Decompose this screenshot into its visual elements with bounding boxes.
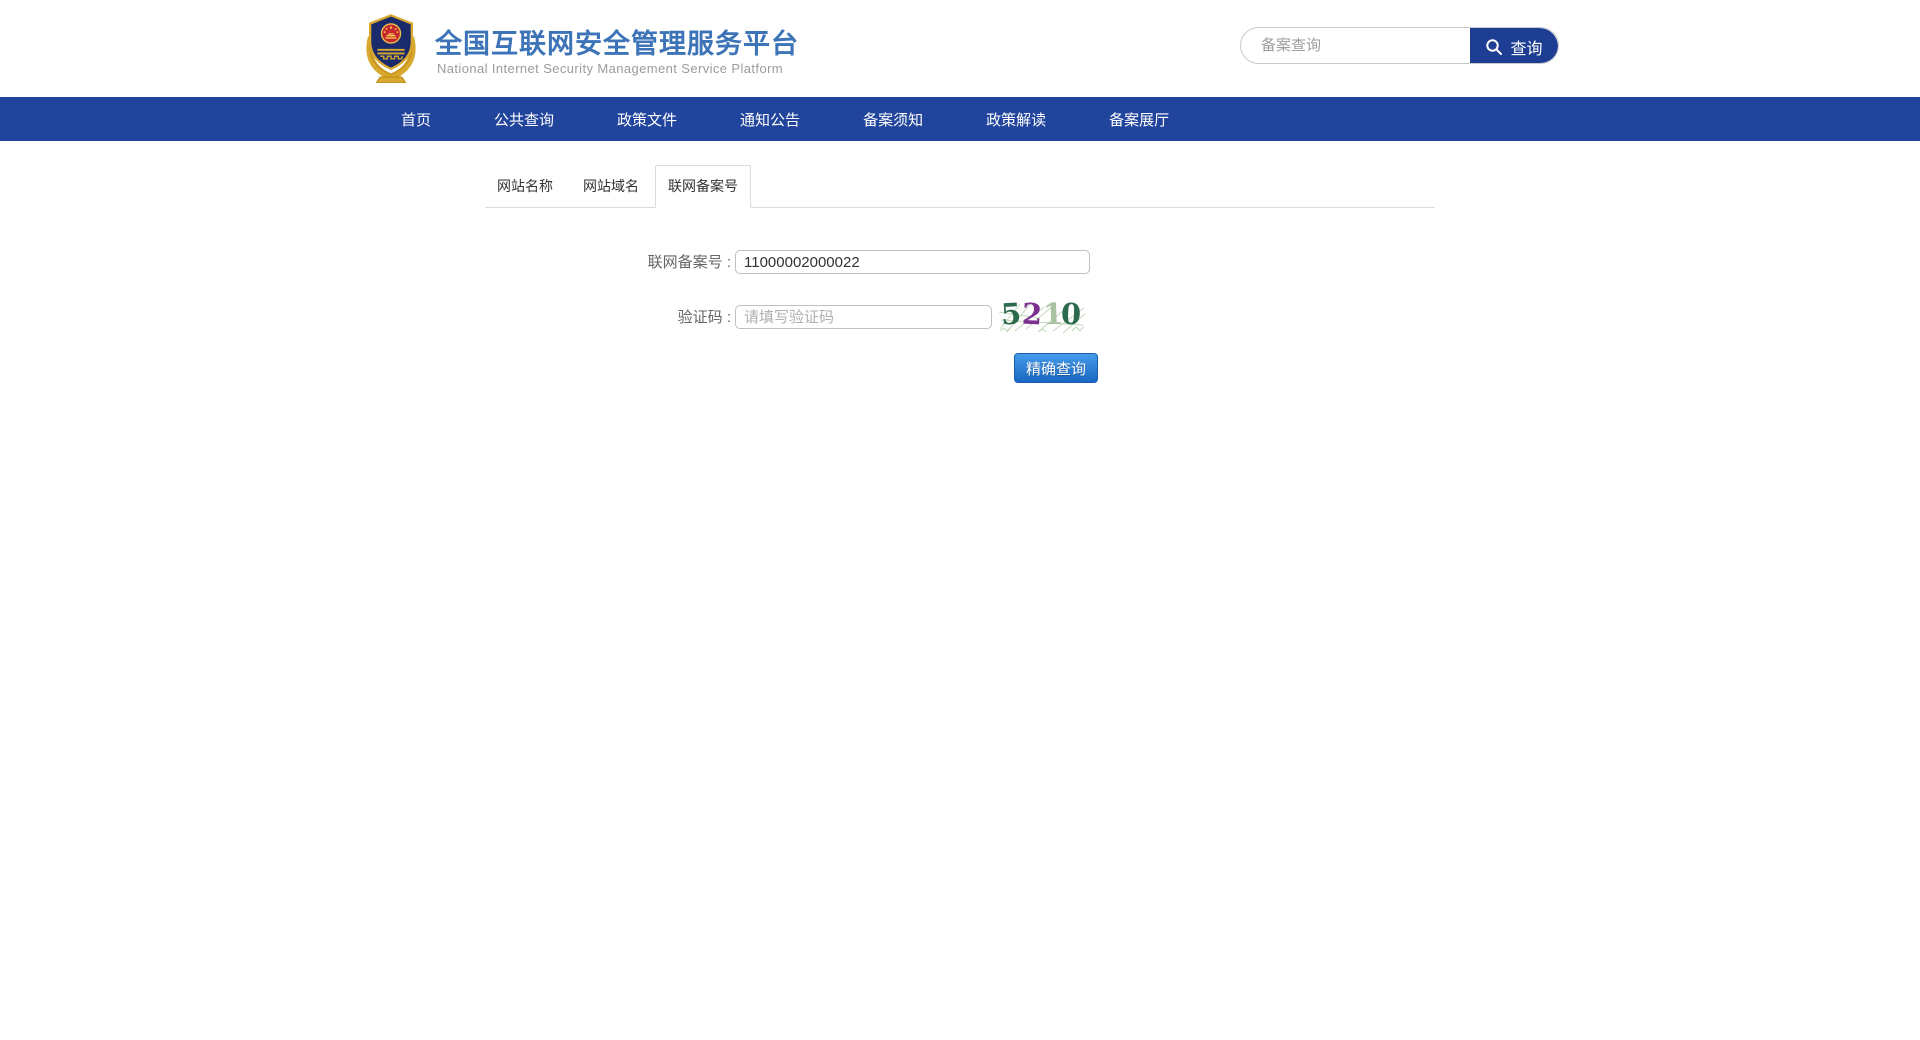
captcha-digit-2: 2: [1021, 295, 1043, 332]
page: 全国互联网安全管理服务平台 National Internet Security…: [0, 0, 1920, 1040]
record-number-input[interactable]: [735, 250, 1090, 274]
nav-item-public-query[interactable]: 公共查询: [494, 109, 554, 130]
main-nav: 首页 公共查询 政策文件 通知公告 备案须知 政策解读 备案展厅: [0, 97, 1920, 141]
tab-website-name[interactable]: 网站名称: [497, 165, 553, 207]
captcha-input[interactable]: [735, 305, 992, 329]
nav-item-policy-interpretation[interactable]: 政策解读: [986, 109, 1046, 130]
header-search: 查询: [1240, 27, 1559, 64]
site-title: 全国互联网安全管理服务平台: [435, 22, 799, 61]
tab-website-domain[interactable]: 网站域名: [583, 165, 639, 207]
nav-item-filing-hall[interactable]: 备案展厅: [1109, 109, 1169, 130]
search-input[interactable]: [1241, 28, 1470, 63]
captcha-label: 验证码 :: [560, 308, 731, 328]
search-icon: [1485, 38, 1503, 56]
police-badge-logo: [362, 10, 420, 86]
nav-item-home[interactable]: 首页: [401, 109, 431, 130]
site-subtitle: National Internet Security Management Se…: [437, 61, 783, 76]
nav-item-notices[interactable]: 通知公告: [740, 109, 800, 130]
query-tabbar: 网站名称 网站域名 联网备案号: [485, 165, 1435, 208]
precise-query-button[interactable]: 精确查询: [1014, 353, 1098, 383]
nav-item-policy-documents[interactable]: 政策文件: [617, 109, 677, 130]
search-button-label: 查询: [1510, 35, 1542, 59]
nav-item-filing-instructions[interactable]: 备案须知: [863, 109, 923, 130]
header: 全国互联网安全管理服务平台 National Internet Security…: [0, 0, 1920, 97]
tab-record-number[interactable]: 联网备案号: [655, 165, 751, 208]
record-number-label: 联网备案号 :: [560, 253, 731, 273]
search-button[interactable]: 查询: [1470, 28, 1558, 64]
captcha-digit-1: 5: [1000, 295, 1022, 332]
captcha-digit-4: 0: [1060, 296, 1081, 333]
captcha-image[interactable]: 5 2 1 0: [998, 298, 1085, 334]
